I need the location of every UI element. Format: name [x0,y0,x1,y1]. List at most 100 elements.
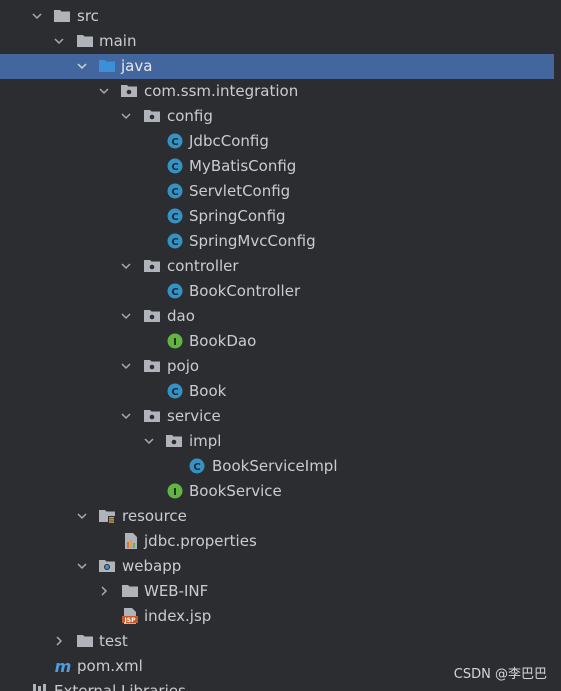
tree-row-src[interactable]: src [0,4,554,29]
tree-row-external-libraries[interactable]: External Libraries [0,682,561,691]
maven-icon: m [53,657,72,675]
tree-label-book-controller: BookController [189,282,301,300]
tree-row-book-service-impl[interactable]: C BookServiceImpl [0,454,554,479]
tree-label-jdbc-config: JdbcConfig [189,132,269,150]
web-folder-icon [98,557,116,575]
svg-text:C: C [171,387,178,398]
tree-label-webapp: webapp [122,557,182,575]
folder-icon [53,7,71,25]
tree-label-book-service-impl: BookServiceImpl [212,457,338,475]
folder-icon [121,582,139,600]
folder-icon [76,632,94,650]
svg-text:I: I [173,487,177,498]
chevron-down-icon[interactable] [76,60,88,72]
tree-label-springmvc-config: SpringMvcConfig [189,232,316,250]
tree-label-controller: controller [167,257,239,275]
tree-row-book-dao[interactable]: I BookDao [0,329,554,354]
tree-row-web-inf[interactable]: WEB-INF [0,579,554,604]
tree-row-book[interactable]: C Book [0,379,554,404]
tree-row-jdbc-config[interactable]: C JdbcConfig [0,129,554,154]
tree-row-servlet-config[interactable]: C ServletConfig [0,179,554,204]
tree-row-springmvc-config[interactable]: C SpringMvcConfig [0,229,554,254]
tree-row-package[interactable]: com.ssm.integration [0,79,554,104]
chevron-down-icon[interactable] [31,10,43,22]
chevron-down-icon[interactable] [120,110,132,122]
tree-label-main: main [99,32,137,50]
package-icon [143,407,161,425]
interface-icon: I [166,332,184,350]
tree-row-index-jsp[interactable]: JSP index.jsp [0,604,554,629]
tree-row-config[interactable]: config [0,104,554,129]
package-icon [143,307,161,325]
watermark: CSDN @李巴巴 [453,667,547,682]
folder-icon [76,32,94,50]
class-icon: C [166,282,184,300]
tree-row-jdbc-properties[interactable]: jdbc.properties [0,529,554,554]
tree-row-book-controller[interactable]: C BookController [0,279,554,304]
tree-label-package: com.ssm.integration [144,82,299,100]
tree-label-external-libraries: External Libraries [54,682,186,691]
chevron-down-icon[interactable] [120,360,132,372]
tree-row-service[interactable]: service [0,404,554,429]
chevron-down-icon[interactable] [120,310,132,322]
class-icon: C [166,157,184,175]
class-icon: C [166,232,184,250]
class-icon: C [166,132,184,150]
source-folder-icon [98,57,116,75]
tree-label-dao: dao [167,307,195,325]
chevron-down-icon[interactable] [143,435,155,447]
tree-row-pojo[interactable]: pojo [0,354,554,379]
chevron-right-icon[interactable] [98,585,110,597]
svg-text:C: C [171,287,178,298]
tree-label-java: java [121,57,153,75]
tree-row-resource[interactable]: resource [0,504,554,529]
chevron-down-icon[interactable] [120,260,132,272]
tree-label-pojo: pojo [167,357,200,375]
tree-row-test[interactable]: test [0,629,554,654]
class-icon: C [166,207,184,225]
tree-label-servlet-config: ServletConfig [189,182,291,200]
chevron-down-icon[interactable] [98,85,110,97]
tree-label-src: src [77,7,99,25]
tree-row-main[interactable]: main [0,29,554,54]
svg-text:JSP: JSP [124,617,137,624]
svg-text:m: m [55,657,72,675]
tree-row-java[interactable]: java [0,54,554,79]
tree-row-mybatis-config[interactable]: C MyBatisConfig [0,154,554,179]
chevron-down-icon[interactable] [76,510,88,522]
tree-row-controller[interactable]: controller [0,254,554,279]
tree-label-index-jsp: index.jsp [144,607,212,625]
svg-text:C: C [171,162,178,173]
svg-text:C: C [193,462,200,473]
resources-folder-icon [98,507,116,525]
tree-row-dao[interactable]: dao [0,304,554,329]
chevron-right-icon[interactable] [53,635,65,647]
package-icon [143,257,161,275]
library-icon [32,682,50,691]
tree-label-pom: pom.xml [77,657,143,675]
svg-text:C: C [171,187,178,198]
jsp-file-icon: JSP [121,607,139,625]
tree-label-spring-config: SpringConfig [189,207,286,225]
scrollbar[interactable] [554,0,561,691]
svg-text:I: I [173,337,177,348]
interface-icon: I [166,482,184,500]
tree-label-web-inf: WEB-INF [144,582,209,600]
tree-row-spring-config[interactable]: C SpringConfig [0,204,554,229]
chevron-down-icon[interactable] [120,410,132,422]
tree-row-webapp[interactable]: webapp [0,554,554,579]
tree-label-book-dao: BookDao [189,332,257,350]
tree-row-book-service[interactable]: I BookService [0,479,554,504]
chevron-down-icon[interactable] [53,35,65,47]
tree-label-book-service: BookService [189,482,282,500]
tree-label-jdbc-properties: jdbc.properties [144,532,257,550]
chevron-down-icon[interactable] [76,560,88,572]
tree-label-mybatis-config: MyBatisConfig [189,157,297,175]
class-icon: C [166,382,184,400]
tree-row-impl[interactable]: impl [0,429,554,454]
package-icon [143,107,161,125]
tree-label-book: Book [189,382,227,400]
svg-text:C: C [171,212,178,223]
properties-file-icon [122,532,140,550]
package-icon [120,82,138,100]
